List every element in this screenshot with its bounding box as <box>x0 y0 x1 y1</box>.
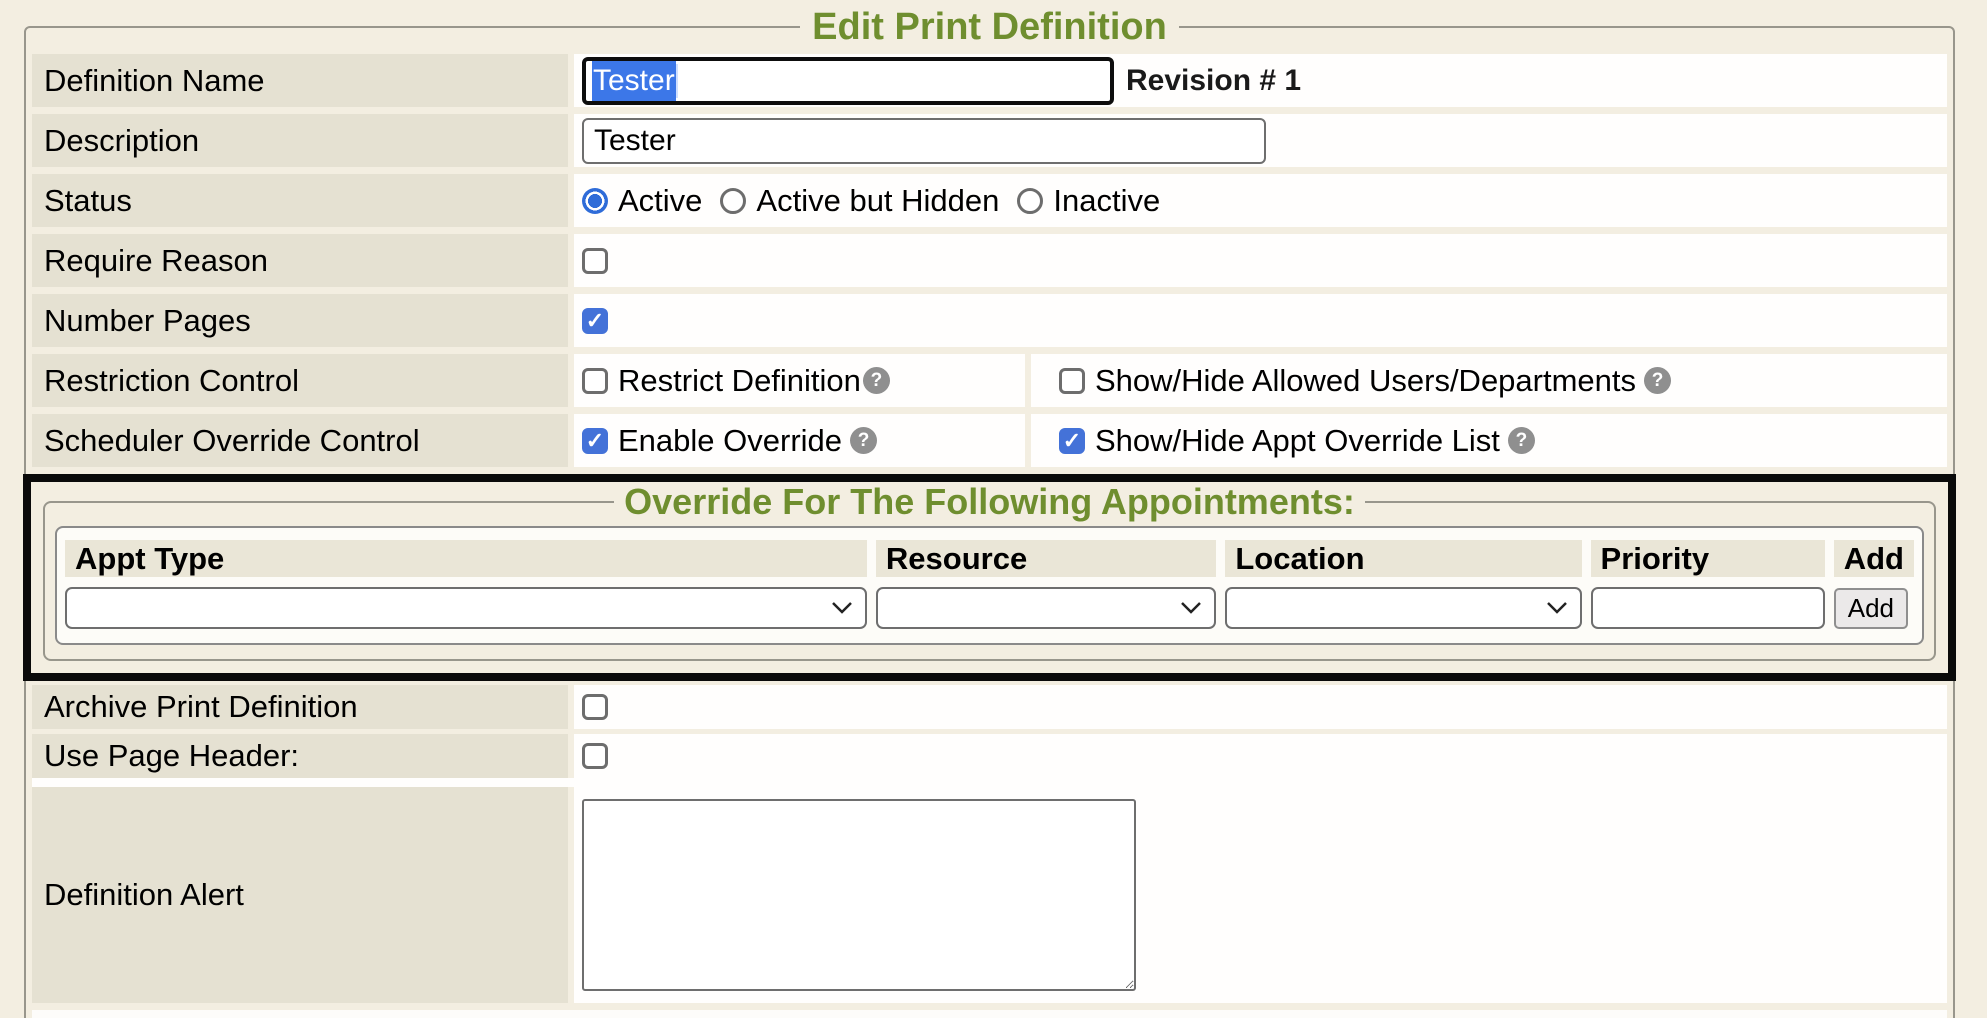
appt-type-column-header: Appt Type <box>65 540 867 577</box>
use-page-header-cell <box>574 734 1947 778</box>
help-icon[interactable]: ? <box>1644 367 1671 394</box>
restrict-definition-label: Restrict Definition <box>618 363 861 399</box>
status-row: Status Active Active but Hidden Inactive <box>32 174 1947 227</box>
override-section: Override For The Following Appointments:… <box>23 474 1956 681</box>
add-button[interactable]: Add <box>1834 588 1908 629</box>
active-radio[interactable] <box>582 188 608 214</box>
section-divider <box>32 778 1947 787</box>
override-table: Appt Type Resource Location Priority Add <box>55 526 1924 645</box>
status-option-active-but-hidden: Active but Hidden <box>720 183 999 219</box>
location-select-wrap <box>1225 587 1581 629</box>
enable-override-cell: Enable Override ? <box>574 414 1025 467</box>
restrict-definition-cell: Restrict Definition ? <box>574 354 1025 407</box>
archive-checkbox[interactable] <box>582 694 608 720</box>
override-section-title: Override For The Following Appointments: <box>614 484 1365 520</box>
selected-text: Tester <box>592 61 676 101</box>
help-icon[interactable]: ? <box>863 367 890 394</box>
form-actions: Save Cancel <box>32 1010 1947 1018</box>
definition-alert-row: Definition Alert <box>32 787 1947 1003</box>
priority-input[interactable] <box>1591 587 1825 629</box>
definition-alert-textarea[interactable] <box>582 799 1136 991</box>
enable-override-checkbox[interactable] <box>582 428 608 454</box>
resource-column-header: Resource <box>876 540 1216 577</box>
description-input[interactable] <box>582 118 1266 164</box>
inactive-radio-label: Inactive <box>1053 183 1160 219</box>
definition-name-cell: Tester Revision # 1 <box>574 54 1947 107</box>
edit-print-definition-form: Edit Print Definition Definition Name Te… <box>24 8 1955 1018</box>
require-reason-checkbox[interactable] <box>582 248 608 274</box>
status-option-active: Active <box>582 183 702 219</box>
inactive-radio[interactable] <box>1017 188 1043 214</box>
active-but-hidden-radio[interactable] <box>720 188 746 214</box>
require-reason-label: Require Reason <box>32 234 568 287</box>
appt-type-select[interactable] <box>65 587 867 629</box>
status-label: Status <box>32 174 568 227</box>
require-reason-row: Require Reason <box>32 234 1947 287</box>
resource-select-wrap <box>876 587 1216 629</box>
scheduler-override-row: Scheduler Override Control Enable Overri… <box>32 414 1947 467</box>
status-cell: Active Active but Hidden Inactive <box>574 174 1947 227</box>
number-pages-label: Number Pages <box>32 294 568 347</box>
restrict-definition-checkbox[interactable] <box>582 368 608 394</box>
description-cell <box>574 114 1947 167</box>
restriction-control-row: Restriction Control Restrict Definition … <box>32 354 1947 407</box>
number-pages-row: Number Pages <box>32 294 1947 347</box>
definition-name-label: Definition Name <box>32 54 568 107</box>
show-hide-users-checkbox[interactable] <box>1059 368 1085 394</box>
page-title: Edit Print Definition <box>800 8 1179 46</box>
active-but-hidden-radio-label: Active but Hidden <box>756 183 999 219</box>
enable-override-label: Enable Override <box>618 423 842 459</box>
definition-name-row: Definition Name Tester Revision # 1 <box>32 54 1947 107</box>
help-icon[interactable]: ? <box>850 427 877 454</box>
priority-column-header: Priority <box>1591 540 1825 577</box>
show-hide-appt-cell: Show/Hide Appt Override List ? <box>1031 414 1947 467</box>
definition-alert-label: Definition Alert <box>32 787 568 1003</box>
restriction-control-label: Restriction Control <box>32 354 568 407</box>
number-pages-checkbox[interactable] <box>582 308 608 334</box>
show-hide-users-label: Show/Hide Allowed Users/Departments <box>1095 363 1636 399</box>
text-caret <box>676 64 678 98</box>
use-page-header-row: Use Page Header: <box>32 734 1947 778</box>
use-page-header-checkbox[interactable] <box>582 743 608 769</box>
revision-number: Revision # 1 <box>1126 64 1301 98</box>
description-label: Description <box>32 114 568 167</box>
add-column-header: Add <box>1834 540 1914 577</box>
active-radio-label: Active <box>618 183 702 219</box>
appt-type-select-wrap <box>65 587 867 629</box>
archive-row: Archive Print Definition <box>32 685 1947 729</box>
location-column-header: Location <box>1225 540 1581 577</box>
definition-name-input[interactable]: Tester <box>582 57 1114 105</box>
show-hide-appt-checkbox[interactable] <box>1059 428 1085 454</box>
show-hide-appt-label: Show/Hide Appt Override List <box>1095 423 1500 459</box>
archive-cell <box>574 685 1947 729</box>
resource-select[interactable] <box>876 587 1216 629</box>
scheduler-override-label: Scheduler Override Control <box>32 414 568 467</box>
definition-alert-cell <box>574 787 1947 1003</box>
number-pages-cell <box>574 294 1947 347</box>
use-page-header-label: Use Page Header: <box>32 734 568 778</box>
help-icon[interactable]: ? <box>1508 427 1535 454</box>
override-fieldset: Override For The Following Appointments:… <box>43 484 1936 661</box>
description-row: Description <box>32 114 1947 167</box>
show-hide-users-cell: Show/Hide Allowed Users/Departments ? <box>1031 354 1947 407</box>
status-option-inactive: Inactive <box>1017 183 1160 219</box>
archive-label: Archive Print Definition <box>32 685 568 729</box>
require-reason-cell <box>574 234 1947 287</box>
location-select[interactable] <box>1225 587 1581 629</box>
